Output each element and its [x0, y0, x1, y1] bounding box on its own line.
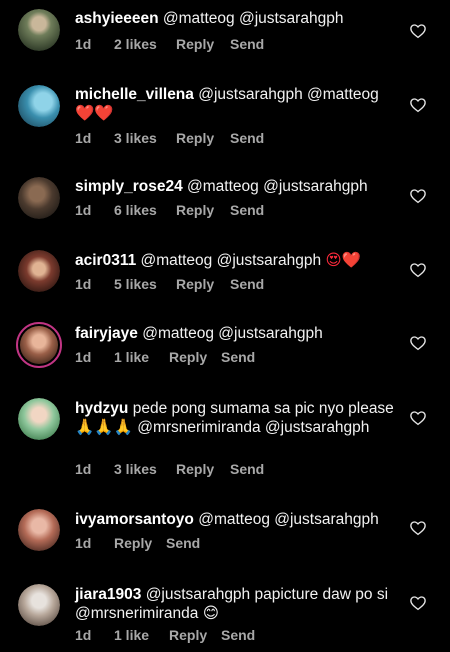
comment-username[interactable]: ivyamorsantoyo [75, 511, 194, 528]
comment-likes[interactable]: 1 like [114, 349, 169, 365]
comment-username[interactable]: simply_rose24 [75, 178, 183, 195]
like-heart-icon[interactable] [409, 96, 427, 114]
reply-button[interactable]: Reply [169, 349, 221, 365]
like-heart-icon[interactable] [409, 519, 427, 537]
comment-meta: 1d 3 likes Reply Send [75, 461, 264, 477]
comment-text: @matteog @justsarahgph [198, 511, 379, 528]
comment-time: 1d [75, 535, 92, 551]
avatar[interactable] [18, 584, 60, 626]
comment-username[interactable]: jiara1903 [75, 586, 141, 603]
like-heart-icon[interactable] [409, 22, 427, 40]
comment-text: @matteog @justsarahgph [140, 252, 322, 269]
comment-username[interactable]: hydzyu [75, 400, 128, 417]
comment-time: 1d [75, 461, 92, 477]
comment-meta: 1d 2 likes Reply Send [75, 36, 264, 52]
comment-emoji: 😍❤️ [325, 252, 361, 269]
send-button[interactable]: Send [230, 276, 264, 292]
comment-time: 1d [75, 627, 92, 643]
comment-meta: 1d 5 likes Reply Send [75, 276, 264, 292]
comment-likes[interactable]: 2 likes [114, 36, 176, 52]
send-button[interactable]: Send [221, 349, 255, 365]
reply-button[interactable]: Reply [169, 627, 221, 643]
reply-button[interactable]: Reply [176, 36, 230, 52]
comment-text: @matteog @justsarahgph [162, 10, 344, 27]
comment-meta: 1d Reply Send [75, 535, 200, 551]
like-heart-icon[interactable] [409, 409, 427, 427]
comment-time: 1d [75, 276, 92, 292]
comment-likes[interactable]: 3 likes [114, 130, 176, 146]
like-heart-icon[interactable] [409, 594, 427, 612]
send-button[interactable]: Send [230, 202, 264, 218]
comment-meta: 1d 6 likes Reply Send [75, 202, 264, 218]
comment-likes[interactable]: 1 like [114, 627, 169, 643]
comment-text: pede pong sumama sa pic nyo please [132, 400, 394, 417]
avatar[interactable] [18, 85, 60, 127]
comment-username[interactable]: michelle_villena [75, 86, 194, 103]
comment-username[interactable]: ashyieeeen [75, 10, 159, 27]
comment-meta: 1d 1 like Reply Send [75, 627, 255, 643]
send-button[interactable]: Send [230, 36, 264, 52]
send-button[interactable]: Send [166, 535, 200, 551]
comment-text: @justsarahgph @matteog [198, 86, 379, 103]
comment-mentions: @mrsnerimiranda @justsarahgph [137, 419, 370, 436]
reply-button[interactable]: Reply [176, 202, 230, 218]
send-button[interactable]: Send [230, 461, 264, 477]
comment-username[interactable]: fairyjaye [75, 325, 138, 342]
comment-likes[interactable]: 5 likes [114, 276, 176, 292]
like-heart-icon[interactable] [409, 187, 427, 205]
comment-meta: 1d 3 likes Reply Send [75, 130, 264, 146]
comment-time: 1d [75, 349, 92, 365]
comment-emoji: 🙏🙏🙏 [75, 419, 133, 436]
reply-button[interactable]: Reply [114, 535, 166, 551]
send-button[interactable]: Send [221, 627, 255, 643]
avatar[interactable] [18, 9, 60, 51]
avatar[interactable] [16, 322, 62, 368]
comment-likes[interactable]: 3 likes [114, 461, 176, 477]
like-heart-icon[interactable] [409, 334, 427, 352]
comment-emoji: ❤️❤️ [75, 105, 114, 122]
like-heart-icon[interactable] [409, 261, 427, 279]
comment-emoji: 😊 [202, 605, 219, 622]
reply-button[interactable]: Reply [176, 461, 230, 477]
comment-time: 1d [75, 130, 92, 146]
comment-text: @matteog @justsarahgph [187, 178, 368, 195]
comment-likes[interactable]: 6 likes [114, 202, 176, 218]
reply-button[interactable]: Reply [176, 130, 230, 146]
comment-time: 1d [75, 202, 92, 218]
avatar[interactable] [18, 250, 60, 292]
avatar[interactable] [18, 177, 60, 219]
send-button[interactable]: Send [230, 130, 264, 146]
reply-button[interactable]: Reply [176, 276, 230, 292]
comment-time: 1d [75, 36, 92, 52]
avatar[interactable] [18, 509, 60, 551]
comment-text: @matteog @justsarahgph [142, 325, 323, 342]
comment-meta: 1d 1 like Reply Send [75, 349, 255, 365]
avatar[interactable] [18, 398, 60, 440]
comment-username[interactable]: acir0311 [75, 252, 136, 269]
